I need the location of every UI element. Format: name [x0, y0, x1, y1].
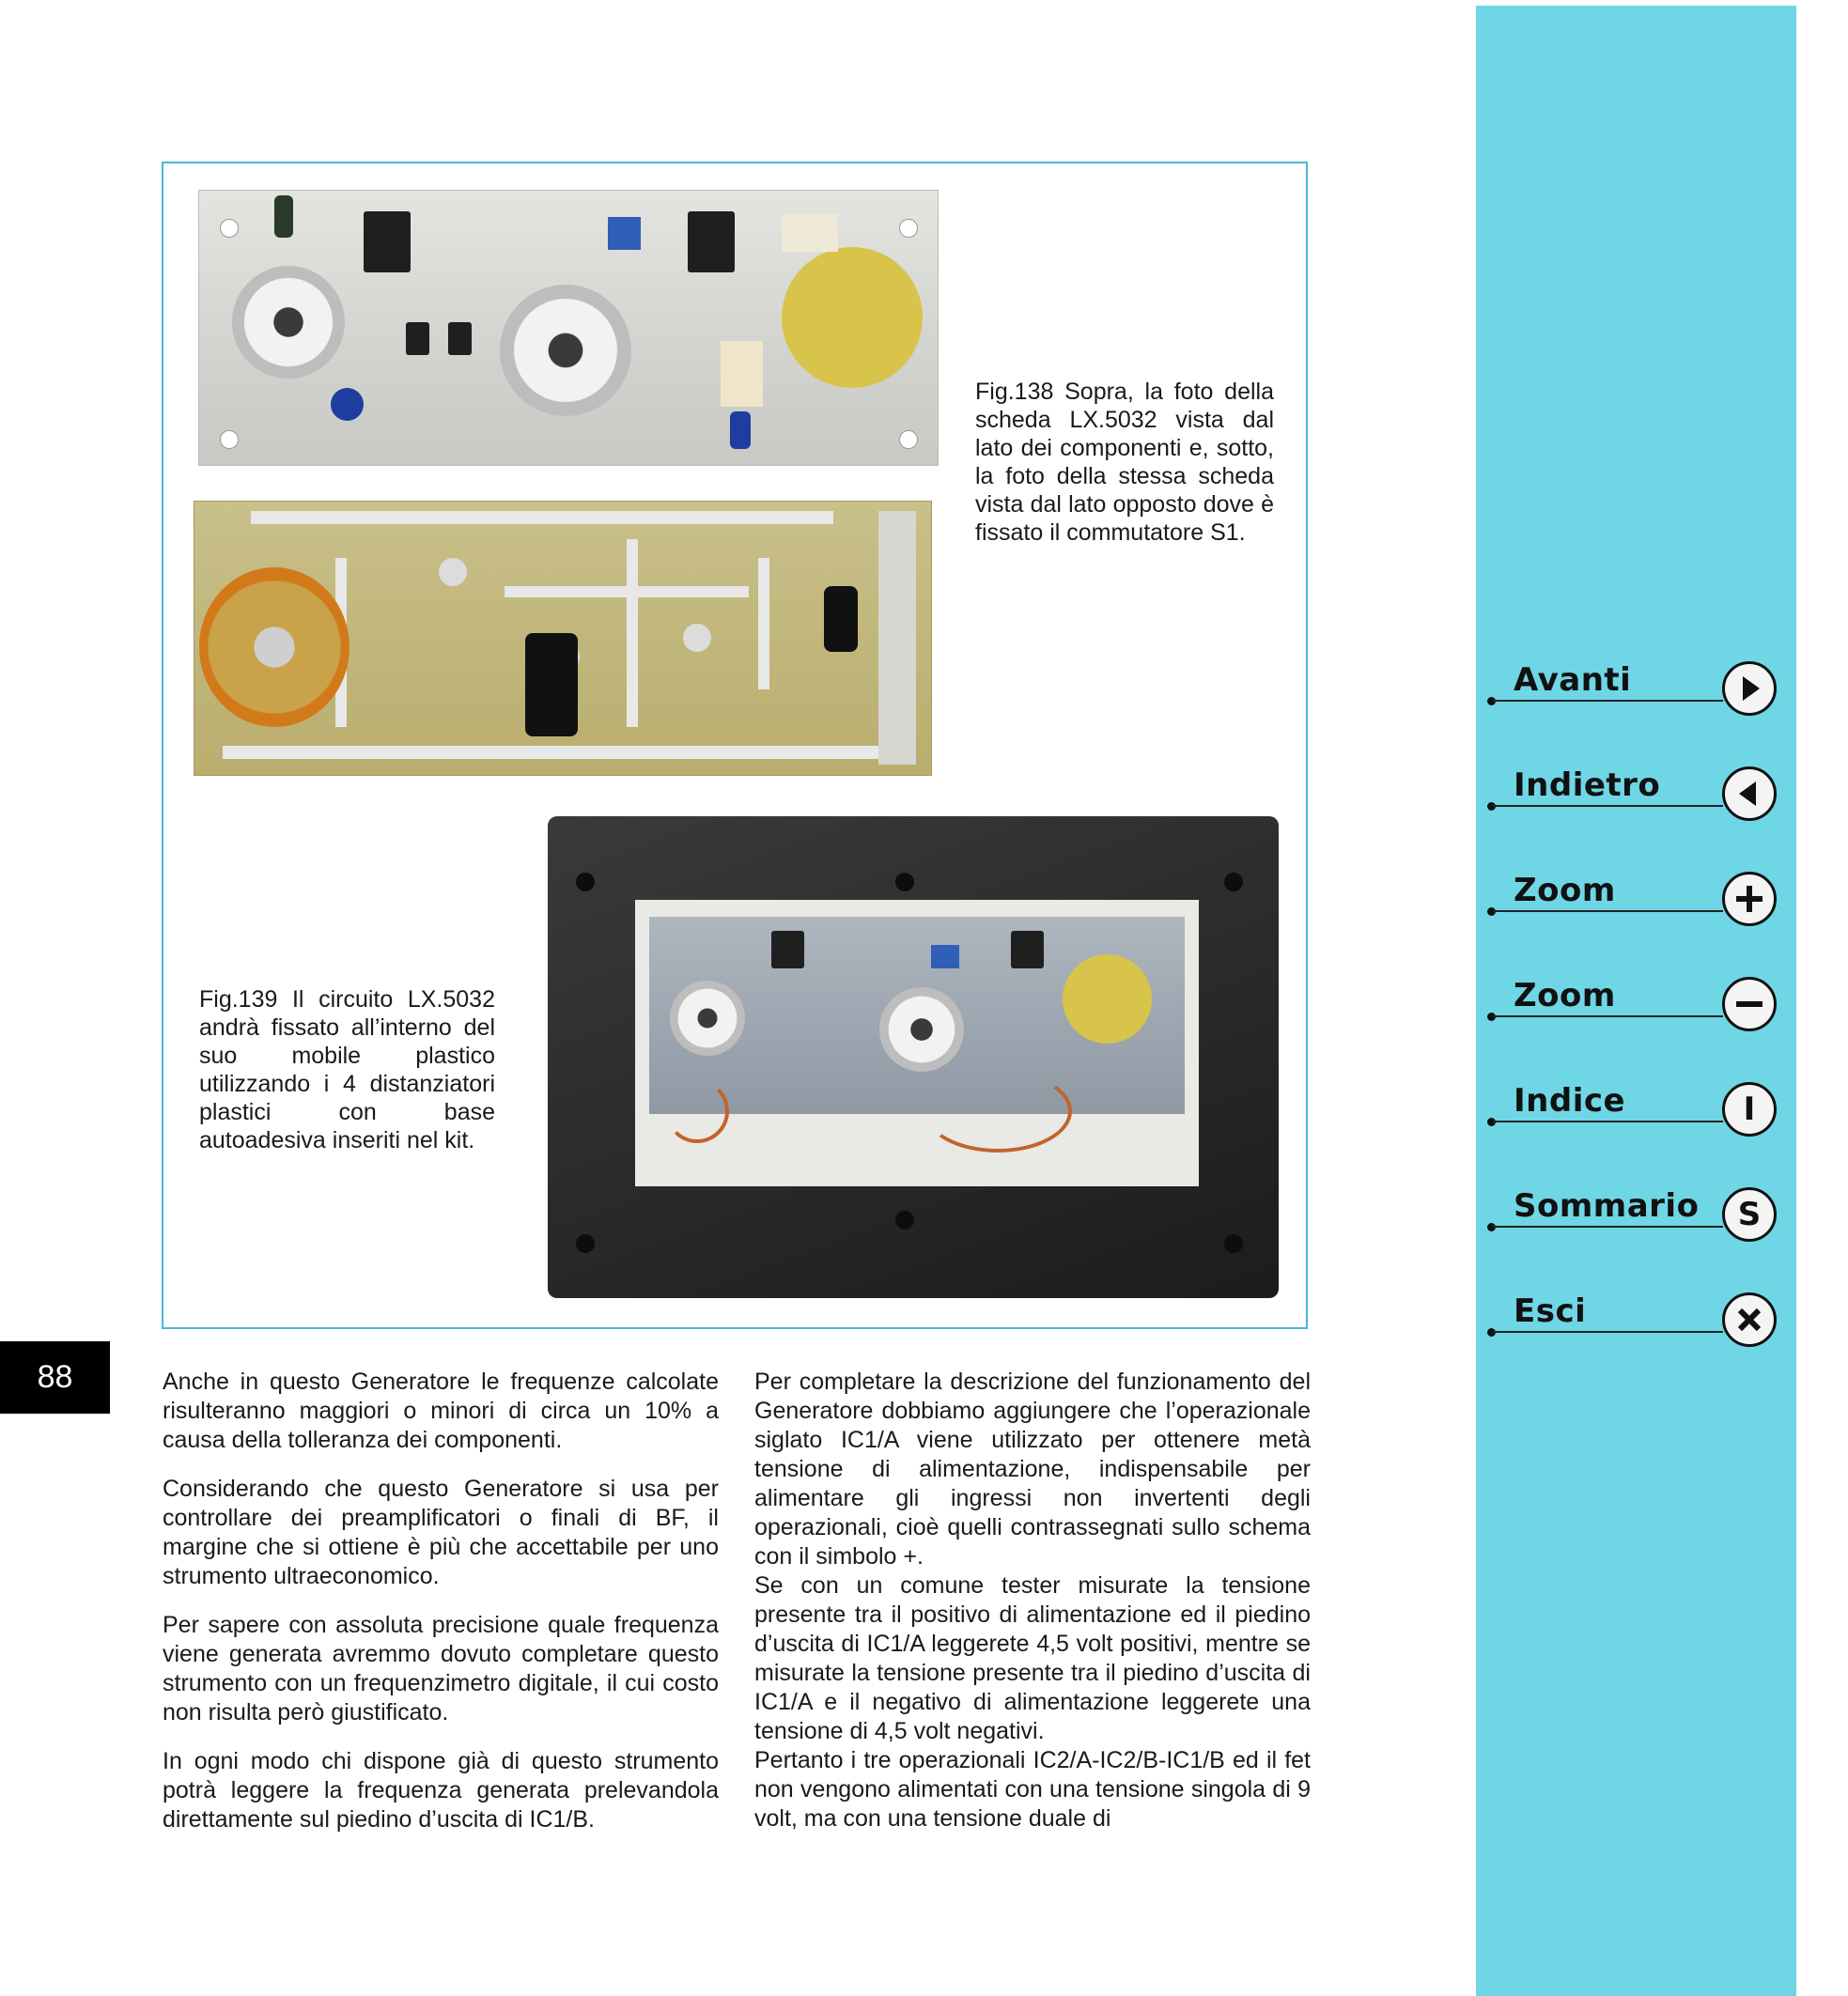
divider: [1493, 1121, 1723, 1122]
summary-icon[interactable]: S: [1722, 1187, 1777, 1242]
divider: [1493, 1015, 1723, 1017]
nav-label: Esci: [1514, 1292, 1587, 1330]
nav-indice-button[interactable]: Indice I: [1485, 1080, 1795, 1144]
divider: [1493, 910, 1723, 912]
body-column-left: Anche in questo Generatore le frequenze …: [163, 1368, 719, 1854]
close-icon[interactable]: [1722, 1292, 1777, 1347]
figure-138-caption: Fig.138 Sopra, la foto della scheda LX.5…: [975, 379, 1274, 546]
paragraph: In ogni modo chi dispone già di questo s…: [163, 1748, 719, 1833]
divider: [1493, 1331, 1723, 1333]
plus-icon[interactable]: [1722, 872, 1777, 926]
paragraph: Per completare la descrizione del funzio…: [754, 1369, 1311, 1570]
nav-zoom-out-button[interactable]: Zoom: [1485, 975, 1795, 1039]
nav-esci-button[interactable]: Esci: [1485, 1291, 1795, 1354]
index-icon[interactable]: I: [1722, 1082, 1777, 1137]
nav-label: Zoom: [1514, 872, 1616, 909]
play-right-icon[interactable]: [1722, 661, 1777, 716]
pcb-component-side-photo: [198, 190, 939, 466]
divider: [1493, 805, 1723, 807]
enclosure-photo: [548, 816, 1279, 1298]
play-left-icon[interactable]: [1722, 766, 1777, 821]
nav-label: Zoom: [1514, 977, 1616, 1014]
paragraph: Pertanto i tre operazionali IC2/A-IC2/B-…: [754, 1747, 1311, 1832]
nav-label: Indice: [1514, 1082, 1626, 1120]
body-column-right: Per completare la descrizione del funzio…: [754, 1368, 1311, 1834]
paragraph: Se con un comune tester misurate la tens…: [754, 1572, 1311, 1744]
figure-139-caption: Fig.139 Il circuito LX.5032 andrà fissat…: [199, 986, 495, 1153]
paragraph: Per sapere con assoluta precisione quale…: [163, 1612, 719, 1725]
nav-label: Sommario: [1514, 1187, 1700, 1225]
nav-zoom-in-button[interactable]: Zoom: [1485, 870, 1795, 934]
divider: [1493, 700, 1723, 702]
divider: [1493, 1226, 1723, 1228]
paragraph: Anche in questo Generatore le frequenze …: [163, 1369, 719, 1453]
nav-avanti-button[interactable]: Avanti: [1485, 659, 1795, 723]
nav-sommario-button[interactable]: Sommario S: [1485, 1185, 1795, 1249]
nav-label: Indietro: [1514, 766, 1661, 804]
nav-label: Avanti: [1514, 661, 1632, 699]
page-number: 88: [37, 1359, 73, 1395]
paragraph: Considerando che questo Generatore si us…: [163, 1476, 719, 1589]
minus-icon[interactable]: [1722, 977, 1777, 1031]
nav-indietro-button[interactable]: Indietro: [1485, 765, 1795, 828]
pcb-solder-side-photo: [194, 501, 932, 776]
